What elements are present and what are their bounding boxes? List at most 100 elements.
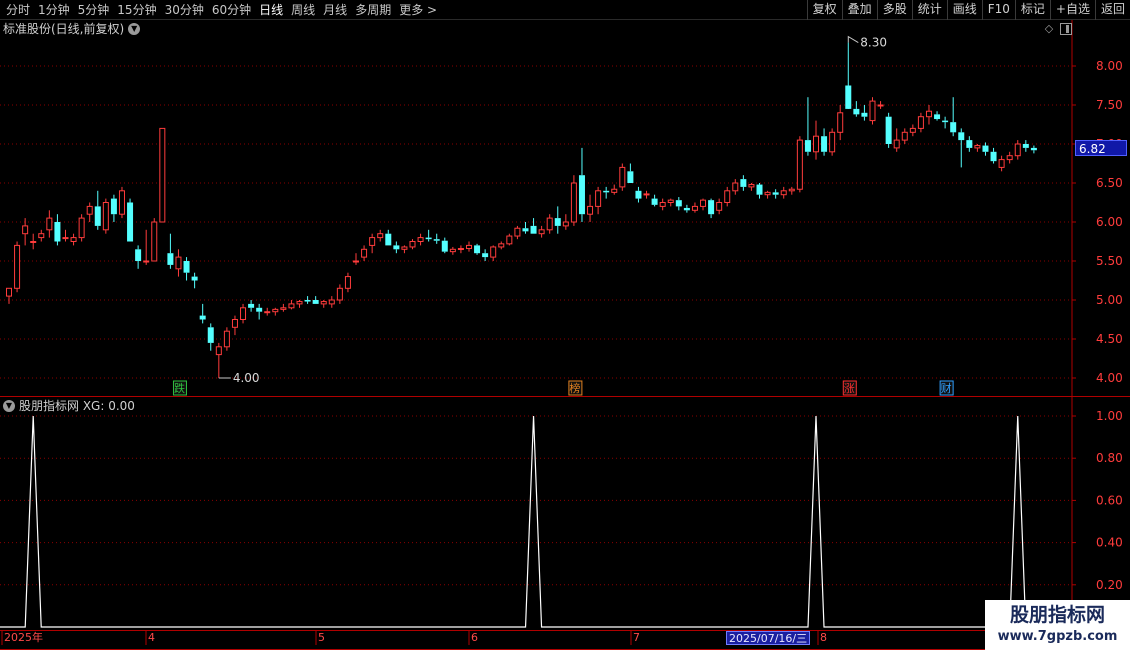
action-button-3[interactable]: 统计	[911, 0, 947, 20]
candle-body-up	[829, 131, 836, 153]
candle-body-up	[877, 104, 884, 107]
x-tick-label: 8	[820, 631, 827, 644]
candle-body-down	[772, 192, 779, 195]
panel-toggle-icon[interactable]	[1060, 23, 1072, 35]
period-tab-1[interactable]: 1分钟	[34, 0, 74, 20]
candle-body-up	[893, 139, 900, 149]
candle-body-down	[474, 245, 481, 254]
period-tab-5[interactable]: 60分钟	[208, 0, 255, 20]
action-button-8[interactable]: 返回	[1094, 0, 1130, 20]
candle-body-up	[562, 221, 569, 227]
period-tab-9[interactable]: 多周期	[351, 0, 395, 20]
candle-body-down	[304, 300, 311, 302]
period-tab-8[interactable]: 月线	[319, 0, 351, 20]
chevron-down-icon[interactable]: ▼	[128, 23, 141, 35]
candle-body-up	[595, 190, 602, 207]
candle-body-up	[716, 202, 723, 211]
candle-body-up	[296, 301, 303, 305]
candle-body-down	[135, 249, 142, 261]
candle-body-down	[54, 222, 61, 242]
candle-body-up	[223, 330, 230, 348]
candle-body-down	[433, 239, 440, 241]
price-tick-label: 4.00	[1096, 371, 1123, 385]
candle-body-up	[546, 217, 553, 231]
action-button-5[interactable]: F10	[981, 0, 1015, 20]
action-button-6[interactable]: 标记	[1014, 0, 1050, 20]
period-tab-7[interactable]: 周线	[287, 0, 319, 20]
candle-body-down	[804, 140, 811, 152]
candle-body-down	[853, 108, 860, 115]
toolbar: 分时 1分钟 5分钟 15分钟 30分钟 60分钟 日线 周线 月线 多周期 更多 > 复权 叠加 多股…	[0, 0, 1130, 20]
high-marker-label: 8.30	[860, 36, 887, 50]
period-tab-2[interactable]: 5分钟	[74, 0, 114, 20]
period-tab-0[interactable]: 分时	[2, 0, 34, 20]
candle-body-down	[635, 190, 642, 199]
candle-body-up	[587, 205, 594, 215]
axes: 8.007.507.006.506.005.505.004.504.001.00…	[0, 20, 1130, 650]
candle-body-up	[409, 241, 416, 248]
candle-body-up	[320, 301, 327, 305]
candle-body-up	[901, 131, 908, 141]
action-button-0[interactable]: 复权	[806, 0, 842, 20]
candle-body-down	[1030, 147, 1037, 151]
candle-body-up	[369, 237, 376, 246]
period-tab-6[interactable]: 日线	[255, 0, 287, 20]
action-button-1[interactable]: 叠加	[841, 0, 877, 20]
candle-body-down	[385, 233, 392, 246]
candle-body-up	[361, 248, 368, 258]
indicator-tick-label: 0.40	[1096, 536, 1123, 550]
diamond-icon[interactable]: ◇	[1042, 22, 1056, 36]
candle-body-up	[336, 287, 343, 301]
chart-area[interactable]: 8.007.507.006.506.005.505.004.504.001.00…	[0, 20, 1130, 650]
candle-body-up	[465, 244, 472, 250]
indicator-tick-label: 0.20	[1096, 578, 1123, 592]
action-button-4[interactable]: 画线	[946, 0, 982, 20]
candle-body-down	[1022, 144, 1029, 148]
candle-body-up	[417, 237, 424, 243]
candle-body-down	[966, 140, 973, 148]
candle-body-down	[441, 240, 448, 252]
action-button-2[interactable]: 多股	[876, 0, 912, 20]
candle-body-down	[982, 145, 989, 152]
indicator-tick-label: 0.80	[1096, 451, 1123, 465]
watermark-name: 股朋指标网	[1009, 604, 1105, 626]
candle-body-down	[256, 307, 263, 312]
candle-body-up	[14, 244, 21, 289]
candle-body-down	[127, 202, 134, 242]
candle-body-up	[30, 241, 37, 243]
candle-body-down	[578, 175, 585, 215]
chevron-down-icon[interactable]: ▼	[3, 400, 15, 412]
candle-body-down	[990, 151, 997, 162]
watermark-url: www.7gpzb.com	[997, 629, 1118, 644]
candle-body-down	[861, 112, 868, 117]
period-tab-3[interactable]: 15分钟	[113, 0, 160, 20]
indicator-title: ▼ 股朋指标网 XG: 0.00	[3, 398, 135, 414]
candle-body-up	[998, 159, 1005, 168]
event-tag-label: 涨	[844, 382, 855, 395]
candle-body-up	[837, 112, 844, 133]
indicator-tick-label: 0.60	[1096, 493, 1123, 507]
candle-body-down	[934, 114, 941, 120]
candle-body-up	[570, 182, 577, 223]
candle-body-up	[118, 190, 125, 215]
price-tick-label: 6.50	[1096, 176, 1123, 190]
period-tab-10[interactable]: 更多 >	[395, 0, 441, 20]
x-tick-label: 4	[148, 631, 155, 644]
candle-body-up	[909, 127, 916, 133]
period-selector: 分时 1分钟 5分钟 15分钟 30分钟 60分钟 日线 周线 月线 多周期 更多 >	[2, 0, 441, 20]
candle-body-up	[1006, 155, 1013, 161]
action-button-7[interactable]: +自选	[1049, 0, 1095, 20]
indicator-signal	[0, 415, 1072, 628]
period-tab-4[interactable]: 30分钟	[161, 0, 208, 20]
candle-body-up	[796, 139, 803, 190]
candle-body-up	[724, 190, 731, 204]
candle-body-up	[506, 235, 513, 245]
candle-body-up	[344, 276, 351, 289]
candle-body-up	[328, 299, 335, 305]
candle-body-down	[482, 253, 489, 258]
candle-body-up	[377, 233, 384, 239]
candle-body-up	[498, 243, 505, 248]
candle-body-down	[675, 200, 682, 207]
candle-body-down	[756, 184, 763, 195]
price-tick-label: 8.00	[1096, 59, 1123, 73]
